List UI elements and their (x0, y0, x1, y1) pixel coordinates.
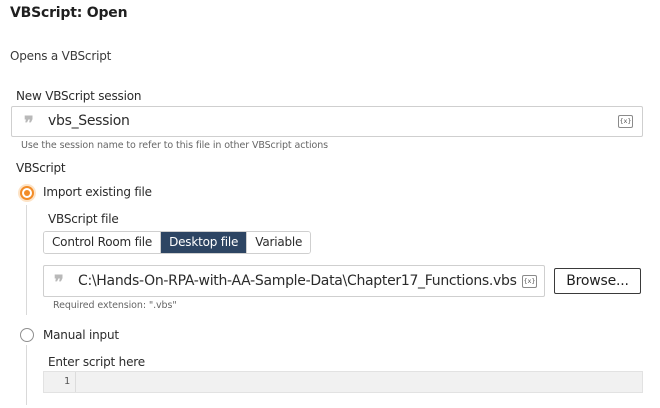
tab-desktop-file[interactable]: Desktop file (161, 232, 248, 253)
session-input[interactable]: ❞ vbs_Session {x} (11, 106, 643, 137)
panel-subtitle: Opens a VBScript (10, 49, 112, 63)
vbscript-file-label: VBScript file (48, 212, 119, 226)
script-editor[interactable]: 1 (43, 371, 643, 393)
radio-manual-label: Manual input (43, 328, 119, 342)
file-extension-hint: Required extension: ".vbs" (53, 300, 177, 311)
radio-manual-input[interactable] (20, 328, 34, 342)
session-input-value: vbs_Session (48, 113, 130, 129)
tab-control-room-file[interactable]: Control Room file (44, 232, 162, 253)
import-options-guide-line (26, 205, 27, 315)
script-editor-label: Enter script here (48, 355, 145, 369)
line-number: 1 (44, 372, 76, 392)
file-path-value: C:\Hands-On-RPA-with-AA-Sample-Data\Chap… (78, 273, 517, 289)
text-quote-icon: ❞ (24, 113, 34, 134)
vbscript-section-label: VBScript (16, 161, 66, 175)
manual-options-guide-line (26, 345, 27, 405)
variable-insert-icon[interactable]: {x} (618, 115, 633, 128)
session-label: New VBScript session (16, 89, 142, 103)
browse-button[interactable]: Browse... (554, 268, 641, 294)
variable-insert-icon[interactable]: {x} (522, 275, 537, 288)
text-quote-icon: ❞ (54, 272, 64, 293)
panel-title: VBScript: Open (10, 5, 128, 21)
tab-variable[interactable]: Variable (247, 232, 311, 253)
file-source-tabs: Control Room file Desktop file Variable (43, 231, 312, 254)
radio-import-existing-file[interactable] (20, 186, 34, 200)
radio-import-label: Import existing file (43, 185, 152, 199)
file-path-input[interactable]: ❞ C:\Hands-On-RPA-with-AA-Sample-Data\Ch… (43, 265, 545, 297)
session-hint: Use the session name to refer to this fi… (21, 140, 328, 151)
